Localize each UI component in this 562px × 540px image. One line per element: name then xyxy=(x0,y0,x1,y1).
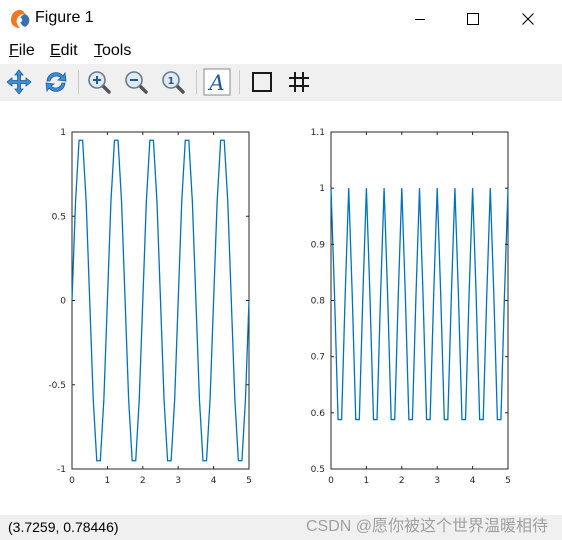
text-button[interactable]: A xyxy=(202,67,232,97)
octave-logo-icon xyxy=(11,10,30,28)
maximize-button[interactable] xyxy=(450,0,496,38)
toolbar-separator xyxy=(196,70,197,94)
y-tick-label: 1.1 xyxy=(311,128,325,138)
text-icon: A xyxy=(203,68,231,96)
grid-button[interactable] xyxy=(284,67,314,97)
rotate-icon xyxy=(45,71,67,93)
zoom-out-button[interactable] xyxy=(121,67,151,97)
toolbar: 1 A xyxy=(0,64,562,101)
y-tick-label: 0.5 xyxy=(52,212,66,222)
rotate-button[interactable] xyxy=(41,67,71,97)
x-tick-label: 5 xyxy=(505,476,511,486)
y-tick-label: -1 xyxy=(57,465,66,475)
x-tick-label: 4 xyxy=(211,476,217,486)
pan-icon xyxy=(6,69,32,95)
title-bar: Figure 1 xyxy=(0,0,562,38)
watermark-text: CSDN @愿你被这个世界温暖相待 xyxy=(305,518,548,535)
x-tick-label: 1 xyxy=(105,476,111,486)
x-tick-label: 4 xyxy=(470,476,476,486)
y-tick-label: 1 xyxy=(60,128,66,138)
figure-canvas[interactable]: 0 1 2 3 4 5 -1 -0.5 0 0.5 1 0 1 2 3 4 5 0.5 0.6 0.7 0.8 0.9 1… xyxy=(0,101,562,515)
cursor-coordinates: (3.7259, 0.78446) xyxy=(8,519,119,535)
y-tick-label: -0.5 xyxy=(48,381,66,391)
x-tick-label: 3 xyxy=(175,476,181,486)
maximize-icon xyxy=(467,13,479,25)
menu-tools[interactable]: Tools xyxy=(94,42,131,60)
toolbar-separator xyxy=(239,70,240,94)
zoom-reset-icon: 1 xyxy=(162,71,185,94)
zoom-out-icon xyxy=(125,71,148,94)
minimize-button[interactable] xyxy=(397,0,443,38)
grid-icon xyxy=(289,72,309,92)
zoom-reset-button[interactable]: 1 xyxy=(158,67,188,97)
x-tick-label: 1 xyxy=(364,476,370,486)
axes-box-icon xyxy=(252,72,272,92)
axes-box-right xyxy=(330,131,509,470)
text-tool-glyph: A xyxy=(207,71,224,95)
toolbar-separator xyxy=(78,70,79,94)
svg-text:1: 1 xyxy=(168,76,175,87)
y-tick-label: 0.8 xyxy=(311,297,326,307)
y-tick-label: 0.9 xyxy=(311,240,326,250)
x-tick-label: 2 xyxy=(399,476,405,486)
subplot-left[interactable]: 0 1 2 3 4 5 -1 -0.5 0 0.5 1 xyxy=(48,128,251,486)
y-tick-label: 0.6 xyxy=(311,409,326,419)
menu-bar: File Edit Tools xyxy=(0,38,562,64)
x-tick-label: 2 xyxy=(140,476,146,486)
x-tick-label: 0 xyxy=(328,476,334,486)
y-tick-label: 0.5 xyxy=(311,465,325,475)
zoom-in-icon xyxy=(88,71,111,94)
plot-area[interactable]: 0 1 2 3 4 5-1-0.500.51 0 1 2 3 4 50.50.60.70.80.91… xyxy=(0,101,562,515)
subplot-right[interactable]: 0 1 2 3 4 5 0.5 0.6 0.7 0.8 0.9 1 1.1 xyxy=(311,128,511,486)
pan-button[interactable] xyxy=(4,67,34,97)
axes-box-button[interactable] xyxy=(247,67,277,97)
y-tick-label: 0 xyxy=(60,297,66,307)
status-bar: (3.7259, 0.78446) CSDN @愿你被这个世界温暖相待 xyxy=(0,515,562,540)
menu-file[interactable]: File xyxy=(9,42,35,60)
close-button[interactable] xyxy=(505,0,551,38)
zoom-in-button[interactable] xyxy=(84,67,114,97)
minimize-icon xyxy=(415,19,425,20)
x-tick-label: 5 xyxy=(246,476,252,486)
x-tick-label: 3 xyxy=(434,476,440,486)
y-tick-label: 1 xyxy=(319,184,325,194)
y-tick-label: 0.7 xyxy=(311,353,325,363)
menu-edit[interactable]: Edit xyxy=(50,42,78,60)
window-title: Figure 1 xyxy=(35,9,94,26)
x-tick-label: 0 xyxy=(69,476,75,486)
close-icon xyxy=(522,13,534,25)
